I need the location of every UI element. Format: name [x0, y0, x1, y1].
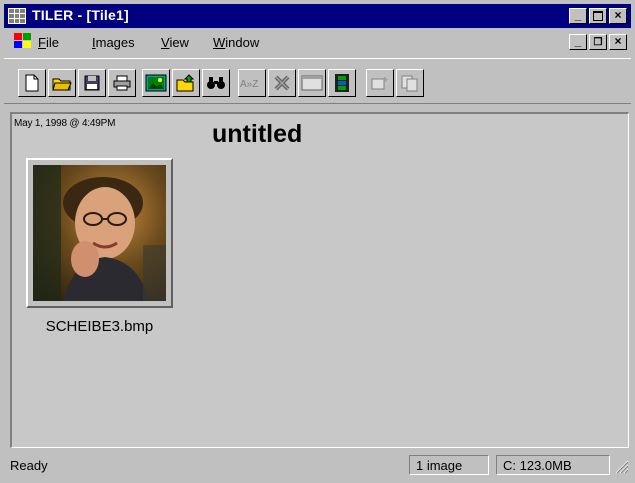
doc-restore-button[interactable]: ❐ [589, 34, 607, 50]
send-icon [371, 77, 388, 90]
document-area: May 1, 1998 @ 4:49PM untitled SCHEIBE3.b… [10, 112, 629, 448]
menu-images-label: mages [95, 35, 135, 50]
image-button[interactable] [142, 69, 170, 97]
menu-view-label: iew [169, 35, 189, 50]
maximize-icon [593, 11, 603, 21]
print-button[interactable] [108, 69, 136, 97]
minimize-button[interactable]: _ [569, 8, 587, 24]
window-icon [301, 75, 323, 91]
maximize-button[interactable] [589, 8, 607, 24]
minimize-icon: _ [574, 34, 582, 48]
tiler-app-icon[interactable] [8, 8, 26, 24]
disk-space-panel: C: 123.0MB [496, 455, 610, 475]
save-button[interactable] [78, 69, 106, 97]
find-button[interactable] [202, 69, 230, 97]
svg-text:A»Z: A»Z [240, 79, 258, 90]
new-document-icon [25, 74, 39, 92]
portrait-thumbnail [33, 165, 166, 301]
close-icon: × [614, 8, 622, 22]
menu-bar: File Images View Window _ ❐ × [4, 30, 631, 54]
minimize-icon: _ [574, 8, 582, 22]
open-button[interactable] [48, 69, 76, 97]
menu-window-label: indow [225, 35, 260, 50]
film-strip-icon [335, 74, 349, 92]
doc-minimize-button[interactable]: _ [569, 34, 587, 50]
open-folder-icon [52, 78, 72, 91]
image-icon [145, 74, 167, 92]
film-button[interactable] [328, 69, 356, 97]
close-button[interactable]: × [609, 8, 627, 24]
disk-space: C: 123.0MB [503, 458, 572, 473]
image-count: 1 image [416, 458, 463, 473]
delete-button[interactable] [268, 69, 296, 97]
status-text: Ready [10, 458, 48, 473]
delete-x-icon [274, 75, 290, 91]
new-button[interactable] [18, 69, 46, 97]
title-bar: TILER - [Tile1] _ × [4, 4, 631, 28]
send-button[interactable] [366, 69, 394, 97]
image-tile[interactable] [26, 158, 173, 308]
menu-file-accel: F [38, 35, 46, 50]
doc-close-button[interactable]: × [609, 34, 627, 50]
export-folder-icon [176, 74, 195, 92]
restore-icon: ❐ [593, 37, 603, 48]
window-title: TILER - [Tile1] [32, 7, 129, 23]
date-stamp: May 1, 1998 @ 4:49PM [14, 118, 116, 129]
window-button[interactable] [298, 69, 326, 97]
menu-file-label: ile [45, 35, 59, 50]
menu-window-accel: W [213, 35, 226, 50]
save-disk-icon [84, 75, 100, 91]
document-title[interactable]: untitled [212, 120, 302, 149]
copy-pages-icon [401, 75, 418, 92]
find-binoculars-icon [207, 77, 225, 89]
toolbar: A»Z [4, 58, 631, 104]
thumbnail-caption: SCHEIBE3.bmp [45, 318, 154, 335]
export-button[interactable] [172, 69, 200, 97]
print-icon [113, 75, 131, 91]
image-count-panel: 1 image [409, 455, 489, 475]
menu-images[interactable]: Images [92, 35, 135, 50]
copy-pages-button[interactable] [396, 69, 424, 97]
sort-a-z-icon: A»Z [240, 79, 258, 90]
menu-window[interactable]: Window [213, 35, 259, 50]
status-bar: Ready 1 image C: 123.0MB [4, 452, 631, 479]
menu-file[interactable]: File [38, 35, 59, 50]
sort-button[interactable]: A»Z [238, 69, 266, 97]
document-system-menu-icon[interactable] [14, 33, 32, 49]
resize-grip-icon[interactable] [613, 458, 629, 474]
close-icon: × [614, 34, 622, 48]
menu-view[interactable]: View [161, 35, 189, 50]
